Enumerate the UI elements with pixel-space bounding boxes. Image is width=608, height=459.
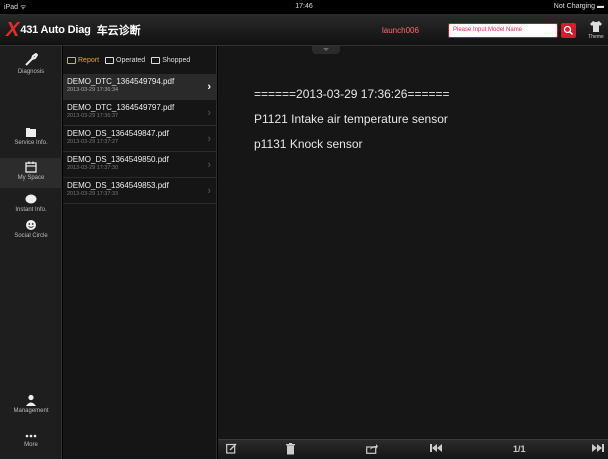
nav-item-more[interactable]: More: [0, 432, 62, 448]
tab-report[interactable]: Report: [67, 56, 100, 64]
report-header-line: ======2013-03-29 17:36:26======: [254, 87, 450, 101]
chevron-right-icon: ›: [207, 159, 211, 171]
shopped-cart-icon: [151, 56, 161, 64]
app-logo: X 431 Auto Diag 车云诊断: [6, 20, 141, 40]
nav-label: Service Info.: [14, 140, 48, 146]
calendar-icon: [25, 161, 37, 173]
file-date: 2013-03-29 17:37:33: [67, 191, 119, 197]
file-name: DEMO_DTC_1364549794.pdf: [67, 77, 175, 86]
list-item[interactable]: DEMO_DS_1364549853.pdf 2013-03-29 17:37:…: [63, 178, 217, 204]
report-list-panel: Report Operated Shopped DEMO_DTC_1364549…: [63, 46, 217, 459]
nav-label: My Space: [17, 175, 45, 181]
file-list: DEMO_DTC_1364549794.pdf 2013-03-29 17:36…: [63, 74, 217, 204]
last-page-button[interactable]: [592, 443, 604, 457]
share-icon: [366, 444, 378, 454]
file-date: 2013-03-29 17:36:34: [67, 87, 119, 93]
more-dots-icon: [25, 434, 37, 438]
report-viewer: ======2013-03-29 17:36:26====== P1121 In…: [218, 46, 608, 439]
nav-label: Social Circle: [14, 233, 48, 239]
share-button[interactable]: [366, 443, 378, 457]
first-page-button[interactable]: [430, 443, 442, 457]
delete-button[interactable]: [286, 443, 295, 457]
chevron-right-icon: ›: [207, 107, 211, 119]
nav-item-management[interactable]: Management: [0, 394, 62, 414]
nav-label: Diagnosis: [17, 69, 45, 75]
app-name-cn: 车云诊断: [96, 25, 141, 37]
file-name: DEMO_DTC_1364549797.pdf: [67, 103, 175, 112]
nav-item-my-space[interactable]: My Space: [0, 158, 62, 188]
chat-bubble-icon: [25, 194, 37, 204]
nav-label: Instant Info.: [15, 207, 47, 213]
chevron-right-icon: ›: [207, 133, 211, 145]
report-folder-icon: [67, 56, 76, 64]
nav-label: More: [24, 442, 38, 448]
nav-item-social-circle[interactable]: Social Circle: [0, 219, 62, 239]
wrench-icon: [25, 53, 38, 66]
battery-status: Not Charging ▬: [553, 3, 604, 10]
left-nav: Diagnosis Service Info. My Space Instant…: [0, 46, 62, 459]
list-item[interactable]: DEMO_DS_1364549847.pdf 2013-03-29 17:37:…: [63, 126, 217, 152]
nav-item-service-info[interactable]: Service Info.: [0, 127, 62, 146]
nav-item-diagnosis[interactable]: Diagnosis: [0, 53, 62, 75]
username[interactable]: launch006: [382, 26, 419, 35]
report-line: P1121 Intake air temperature sensor: [254, 112, 448, 126]
report-text: ======2013-03-29 17:36:26====== P1121 In…: [254, 84, 450, 159]
page-indicator: 1/1: [513, 444, 526, 454]
search-input[interactable]: Please Input Model Name: [448, 23, 558, 38]
search-placeholder: Please Input Model Name: [453, 27, 523, 33]
list-filter-tabs: Report Operated Shopped: [63, 46, 217, 74]
list-item[interactable]: DEMO_DS_1364549850.pdf 2013-03-29 17:37:…: [63, 152, 217, 178]
file-date: 2013-03-29 17:37:27: [67, 139, 119, 145]
operated-folder-icon: [105, 56, 115, 64]
search-button[interactable]: [561, 23, 576, 38]
file-name: DEMO_DS_1364549850.pdf: [67, 155, 169, 164]
tab-shopped-label: Shopped: [162, 56, 191, 64]
tab-operated[interactable]: Operated: [105, 56, 146, 64]
skip-back-icon: [430, 444, 442, 452]
tab-operated-label: Operated: [116, 56, 146, 64]
report-line: p1131 Knock sensor: [254, 137, 363, 151]
theme-label: Theme: [588, 34, 604, 40]
edit-icon: [226, 443, 237, 454]
skip-forward-icon: [592, 444, 604, 452]
tab-report-label: Report: [78, 56, 100, 64]
tab-shopped[interactable]: Shopped: [151, 56, 191, 64]
file-date: 2013-03-29 17:37:30: [67, 165, 119, 171]
status-bar: iPad ᯤ 17:46 Not Charging ▬: [0, 0, 608, 14]
app-header: X 431 Auto Diag 车云诊断 launch006 Please In…: [0, 14, 608, 46]
file-name: DEMO_DS_1364549847.pdf: [67, 129, 169, 138]
smiley-icon: [26, 220, 36, 230]
pull-down-handle[interactable]: [312, 46, 340, 54]
theme-button[interactable]: Theme: [585, 21, 607, 43]
person-icon: [26, 394, 36, 406]
file-name: DEMO_DS_1364549853.pdf: [67, 181, 169, 190]
edit-button[interactable]: [226, 443, 237, 457]
clock: 17:46: [295, 3, 313, 10]
file-date: 2013-03-29 17:36:37: [67, 113, 119, 119]
trash-icon: [286, 443, 295, 455]
chevron-right-icon: ›: [207, 185, 211, 197]
folder-icon: [26, 128, 36, 137]
app-name: 431 Auto Diag: [20, 24, 91, 36]
bottom-toolbar: 1/1: [218, 439, 608, 459]
list-item[interactable]: DEMO_DTC_1364549797.pdf 2013-03-29 17:36…: [63, 100, 217, 126]
logo-mark: X: [6, 19, 20, 41]
chevron-down-icon: [323, 48, 329, 51]
search-icon: [563, 25, 574, 36]
chevron-right-icon: ›: [207, 81, 211, 93]
nav-item-instant-info[interactable]: Instant Info.: [0, 194, 62, 213]
list-item[interactable]: DEMO_DTC_1364549794.pdf 2013-03-29 17:36…: [63, 74, 217, 100]
shirt-icon: [590, 21, 602, 32]
nav-label: Management: [13, 408, 49, 414]
